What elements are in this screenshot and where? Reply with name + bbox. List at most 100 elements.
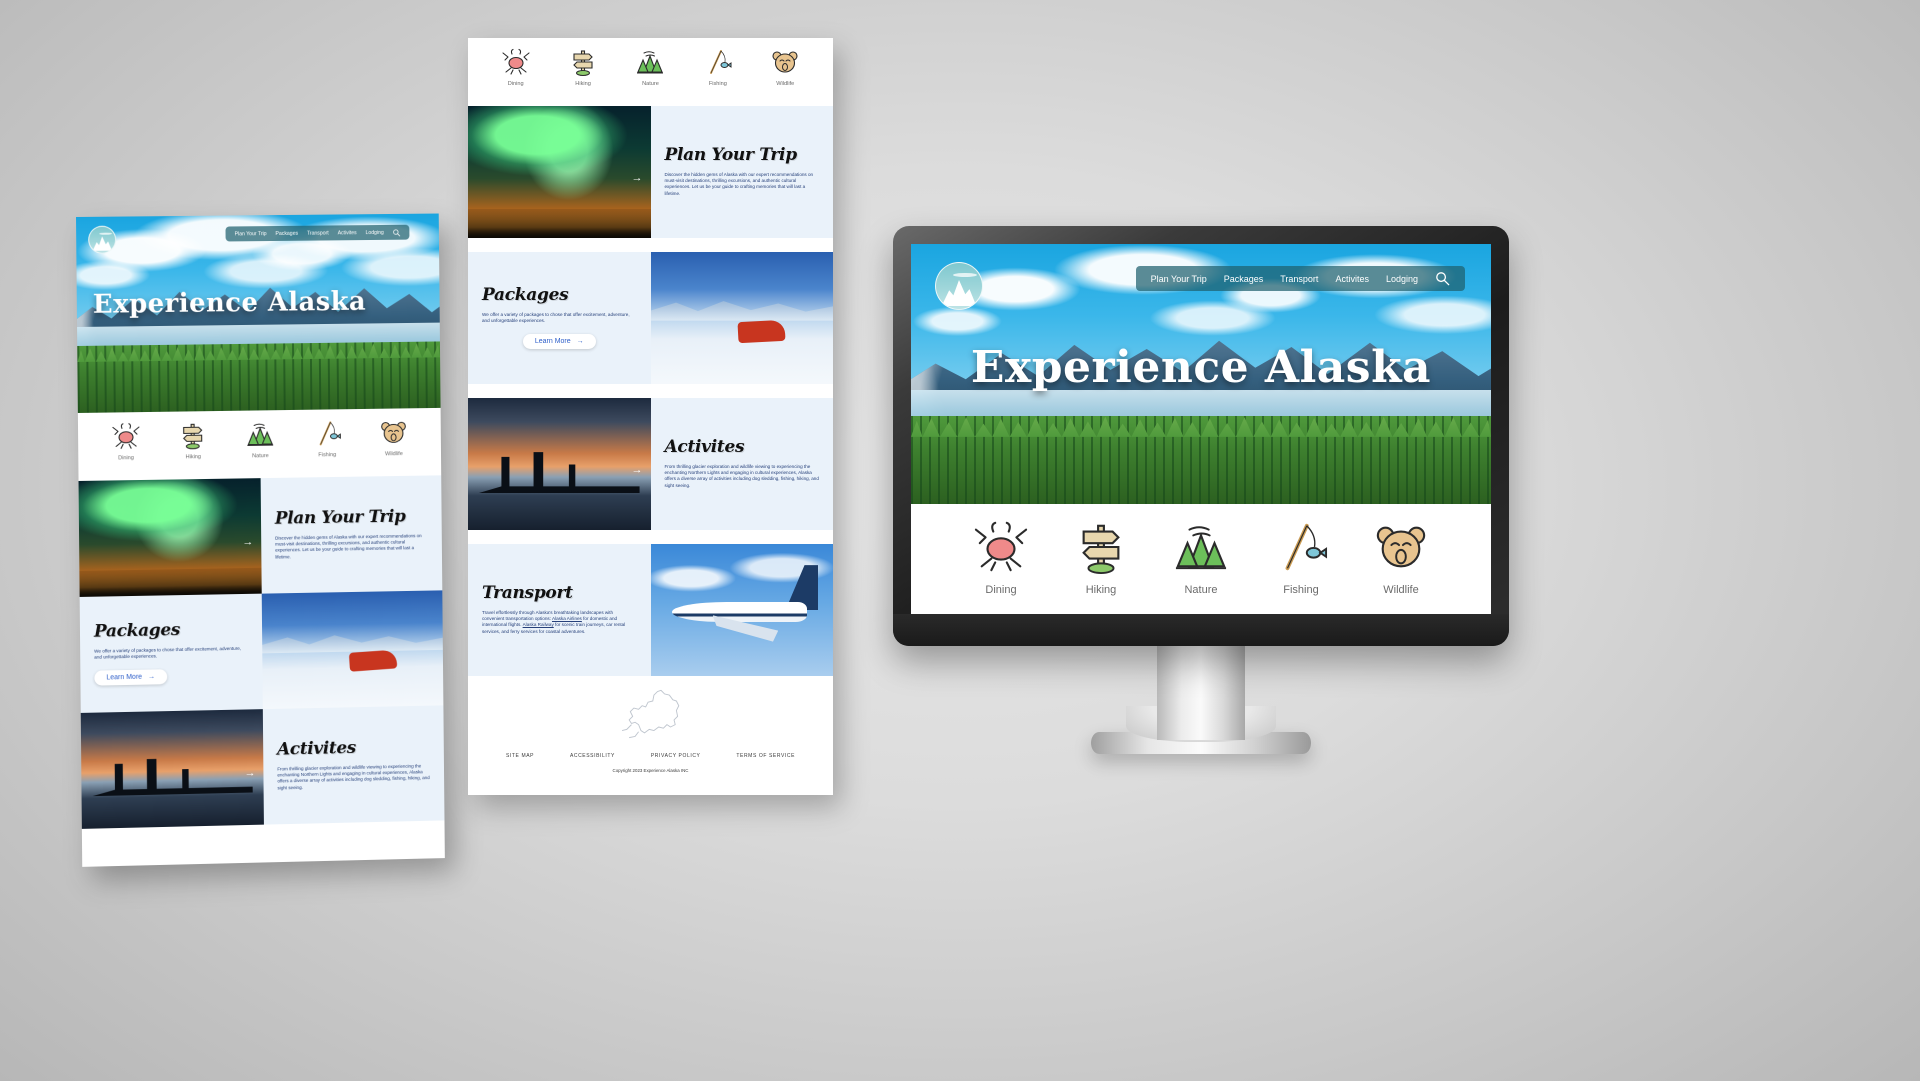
nav-item-transport[interactable]: Transport [1280,274,1318,284]
category-fishing[interactable]: Fishing [312,419,342,458]
category-wildlife[interactable]: Wildlife [1372,520,1430,596]
category-wildlife[interactable]: Wildlife [770,48,800,87]
nav-item-plan-your-trip[interactable]: Plan Your Trip [1151,274,1207,284]
section-divider [468,530,833,544]
next-arrow-icon[interactable]: → [632,172,643,184]
nav-item-activites[interactable]: Activites [1335,274,1369,284]
section-packages: Packages We offer a variety of packages … [468,252,833,384]
section-title: Transport [482,583,573,604]
section-body: From thrilling glacier exploration and w… [664,464,819,488]
section-transport: Transport Travel effortlessly through Al… [468,544,833,676]
category-label: Fishing [1283,584,1319,596]
arrow-right-icon: → [576,337,584,345]
next-arrow-icon[interactable]: → [632,464,643,476]
main-navigation[interactable]: Plan Your Trip Packages Transport Activi… [1135,266,1465,291]
search-icon[interactable] [1435,271,1450,286]
fishing-rod-icon [312,419,342,447]
sunset-fishing-silhouette-photo: → [468,398,651,530]
footer-link-site-map[interactable]: SITE MAP [506,753,534,759]
dog-sledding-photo [261,590,444,710]
logo-cloud-streak [98,232,113,235]
dog-sledding-photo [650,252,833,384]
category-label: Fishing [708,81,727,87]
next-arrow-icon[interactable]: → [242,536,253,548]
mountain-logo[interactable] [935,262,983,310]
section-body: Discover the hidden gems of Alaska with … [664,172,814,196]
footer-links: SITE MAP ACCESSIBILITY PRIVACY POLICY TE… [468,753,833,759]
category-nature[interactable]: Nature [1172,520,1230,596]
section-divider [468,384,833,398]
nav-item-packages[interactable]: Packages [275,230,298,236]
page-title: Experience Alaska [92,286,367,320]
bear-icon [379,418,409,446]
category-label: Nature [252,453,269,460]
page-title: Experience Alaska [970,342,1432,393]
category-label: Dining [985,584,1017,596]
copyright-text: Copyright 2023 Experience Alaska INC [612,768,689,773]
alaska-railway-link[interactable]: Alaska Railway [523,622,554,627]
nav-item-lodging[interactable]: Lodging [1386,274,1418,284]
category-fishing[interactable]: Fishing [703,48,733,87]
category-icon-bar: Dining Hiking Nature Fishing Wildlife [77,407,442,481]
hero-forest [911,415,1491,504]
nav-item-lodging[interactable]: Lodging [366,229,384,235]
learn-more-button[interactable]: Learn More → [522,333,596,349]
mountain-logo[interactable] [88,225,117,254]
section-title: Activites [664,437,745,458]
section-body: From thrilling glacier exploration and w… [277,763,430,791]
activites-text: Activites From thrilling glacier explora… [262,705,445,825]
fishing-rod-icon [1272,520,1330,574]
section-body: Discover the hidden gems of Alaska with … [275,533,422,560]
trees-icon [245,420,275,448]
monitor-screen: Plan Your Trip Packages Transport Activi… [911,244,1491,614]
footer-link-privacy-policy[interactable]: PRIVACY POLICY [651,753,701,759]
category-wildlife[interactable]: Wildlife [379,418,409,457]
crab-icon [972,520,1030,574]
bear-icon [1372,520,1430,574]
crab-icon [501,48,531,76]
category-label: Wildlife [1383,584,1419,596]
category-dining[interactable]: Dining [501,48,531,87]
section-body: Travel effortlessly through Alaska's bre… [482,610,637,635]
search-icon[interactable] [393,228,401,236]
page-footer: SITE MAP ACCESSIBILITY PRIVACY POLICY TE… [468,676,833,783]
section-divider [468,238,833,252]
section-title: Packages [93,620,181,643]
category-label: Hiking [1085,584,1117,596]
footer-link-terms-of-service[interactable]: TERMS OF SERVICE [736,753,795,759]
section-body: We offer a variety of packages to chose … [482,312,630,324]
category-dining[interactable]: Dining [972,520,1030,596]
nav-item-activites[interactable]: Activites [338,230,357,236]
section-title: Activites [276,738,356,760]
bear-icon [770,48,800,76]
alaska-map-outline [618,688,684,745]
logo-peak-shape [92,235,112,251]
nav-item-transport[interactable]: Transport [307,230,329,236]
category-nature[interactable]: Nature [635,48,665,87]
section-activites: → Activites From thrilling glacier explo… [80,705,445,829]
alaska-airlines-link[interactable]: Alaska Airlines [552,616,582,621]
signpost-icon [568,48,598,76]
signpost-icon [178,421,208,449]
main-navigation[interactable]: Plan Your Trip Packages Transport Activi… [225,224,410,242]
section-plan-your-trip: → Plan Your Trip Discover the hidden gem… [468,106,833,238]
category-label: Fishing [318,452,337,459]
footer-link-accessibility[interactable]: ACCESSIBILITY [570,753,615,759]
category-dining[interactable]: Dining [111,422,141,461]
category-nature[interactable]: Nature [245,420,275,459]
trees-icon [635,48,665,76]
category-hiking[interactable]: Hiking [568,48,598,87]
logo-cloud-streak [953,273,978,278]
next-arrow-icon[interactable]: → [245,767,256,779]
hero-section: Plan Your Trip Packages Transport Activi… [76,213,441,413]
nav-item-plan-your-trip[interactable]: Plan Your Trip [235,231,267,237]
learn-more-label: Learn More [106,673,143,682]
learn-more-button[interactable]: Learn More → [94,668,168,686]
category-hiking[interactable]: Hiking [178,421,208,460]
section-body: We offer a variety of packages to chose … [94,646,242,661]
nav-item-packages[interactable]: Packages [1224,274,1264,284]
sunset-fishing-silhouette-photo: → [80,709,264,829]
category-hiking[interactable]: Hiking [1072,520,1130,596]
category-icon-bar: Dining Hiking Nature Fishing Wildlife [911,504,1491,614]
category-fishing[interactable]: Fishing [1272,520,1330,596]
